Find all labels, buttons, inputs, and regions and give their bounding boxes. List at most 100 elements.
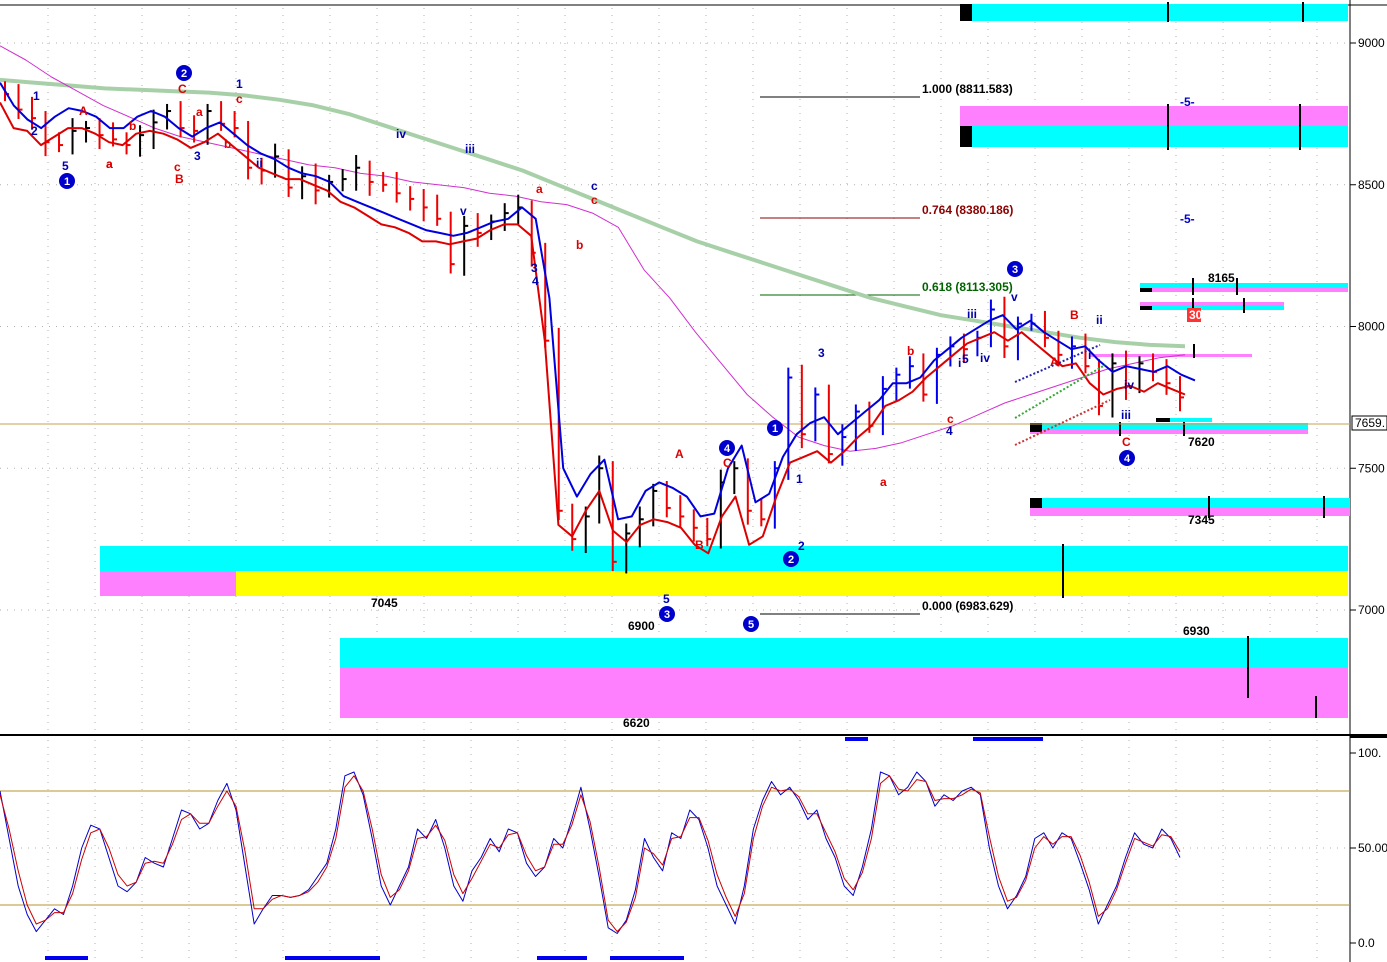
price-level-label: 7620 [1188, 435, 1215, 449]
wave-label-blue: c [591, 179, 598, 193]
current-price-label: 7659. [1355, 416, 1385, 430]
price-zone-band [1140, 288, 1348, 292]
wave-label-red: A [79, 104, 88, 118]
price-zone-band [1140, 302, 1284, 306]
wave-label-blue: ii [256, 156, 263, 170]
wave-label-red: b [907, 344, 914, 358]
price-tick-label: 7000 [1358, 603, 1385, 617]
wave-label-red: b [576, 238, 583, 252]
annotation-pti: 30PTI [1189, 308, 1221, 322]
oscillator-tick-label: 100. [1358, 746, 1381, 760]
price-tick-label: 8500 [1358, 178, 1385, 192]
wave-label-red: a [536, 182, 543, 196]
price-level-label: 7345 [1188, 513, 1215, 527]
price-level-label: 6930 [1183, 624, 1210, 638]
zone-cap [1140, 288, 1152, 292]
wave-label-blue: 1 [796, 472, 803, 486]
wave-label-blue: 1 [33, 89, 40, 103]
wave-label-red: A [1050, 355, 1059, 369]
fib-label: 0.000 (6983.629) [922, 599, 1013, 613]
price-level-label: 7045 [371, 596, 398, 610]
zone-cap [1156, 418, 1170, 422]
wave-label-blue: 4 [946, 424, 953, 438]
fib-label: 1.000 (8811.583) [922, 82, 1013, 96]
wave-label-blue: 5 [962, 352, 969, 366]
zone-cap [1140, 306, 1152, 310]
wave-circle-label: 4 [1124, 453, 1131, 465]
wave-label-red: a [106, 157, 113, 171]
wave-circle-label: 4 [724, 443, 731, 455]
wave-circle-label: 3 [1012, 264, 1018, 276]
wave-label-blue: 3 [194, 149, 201, 163]
chart-canvas: 9000 8500 8000 7500 7000 7659. 1.000 (8811.583… [0, 0, 1387, 962]
wave-label-blue: i [1088, 348, 1091, 362]
wave-label-blue: 3 [818, 346, 825, 360]
wave-label-red: C [1122, 435, 1131, 449]
wave-label-blue: iii [465, 142, 475, 156]
price-level-label: 6620 [623, 716, 650, 730]
price-zone-band [960, 4, 1348, 21]
wave-label-red: C [723, 456, 732, 470]
oscillator-blue-line [0, 771, 1181, 934]
price-zone-band [340, 638, 1348, 667]
annotation: -5- [1180, 212, 1195, 226]
price-zone-band [1140, 283, 1348, 288]
price-tick-label: 7500 [1358, 461, 1385, 475]
price-level-label: 8165 [1208, 271, 1235, 285]
wave-label-red: A [675, 447, 684, 461]
wave-label-blue: 5 [62, 159, 69, 173]
wave-label-red: B [695, 538, 704, 552]
wave-label-red: B [1070, 308, 1079, 322]
price-tick-label: 9000 [1358, 36, 1385, 50]
zone-cap [960, 126, 972, 147]
wave-circle-label: 2 [788, 554, 794, 566]
oscillator-tick-label: 50.00 [1358, 841, 1387, 855]
fib-label: 0.618 (8113.305) [922, 280, 1013, 294]
price-zone-band [1030, 498, 1350, 508]
price-zone-band [960, 106, 1348, 126]
wave-label-red: c [236, 92, 243, 106]
wave-label-blue: ii [1096, 313, 1103, 327]
wave-label-red: c [591, 193, 598, 207]
wave-label-red: a [196, 105, 203, 119]
wave-label-blue: 1 [236, 77, 243, 91]
wave-label-blue: iv [1124, 378, 1134, 392]
price-zone-band [960, 126, 1348, 147]
wave-label-blue: 5 [663, 592, 670, 606]
wave-label-red: C [178, 82, 187, 96]
wave-circle-label: 3 [664, 609, 670, 621]
wave-label-red: c [947, 412, 954, 426]
price-tick-label: 8000 [1358, 320, 1385, 334]
wave-circle-label: 2 [181, 68, 187, 80]
zone-cap [1030, 498, 1042, 508]
price-zone-band [100, 546, 1348, 571]
price-zone-band [340, 667, 1348, 718]
wave-circle-label: 1 [64, 176, 70, 188]
wave-label-red: B [175, 172, 184, 186]
wave-label-blue: 2 [798, 539, 805, 553]
price-level-label: 6900 [628, 619, 655, 633]
wave-label-blue: 2 [31, 124, 38, 138]
oscillator-red-line [0, 775, 1181, 933]
price-zone-band [236, 571, 1348, 596]
wave-circle-label: 1 [772, 423, 778, 435]
wave-label-blue: iii [1121, 408, 1131, 422]
price-zone-band [100, 571, 236, 596]
wave-label-red: b [129, 119, 136, 133]
wave-circle-label: 5 [748, 619, 754, 631]
price-zone-band [1030, 429, 1308, 434]
wave-label-blue: 3 [531, 261, 538, 275]
wave-label-blue: iii [967, 307, 977, 321]
wave-label-red: a [880, 475, 887, 489]
wave-label-blue: v [1011, 290, 1018, 304]
oscillator-panel: 100. 50.00 0.0 [0, 736, 1387, 960]
wave-label-blue: 4 [532, 274, 539, 288]
wave-label-red: b [224, 137, 231, 151]
wave-label-blue: iv [980, 351, 990, 365]
wave-label-blue: v [460, 204, 467, 218]
wave-label-blue: iv [396, 127, 406, 141]
fib-label: 0.764 (8380.186) [922, 203, 1013, 217]
zone-cap [960, 4, 972, 21]
annotation: -5- [1180, 95, 1195, 109]
wave-label-blue: i [958, 356, 961, 370]
